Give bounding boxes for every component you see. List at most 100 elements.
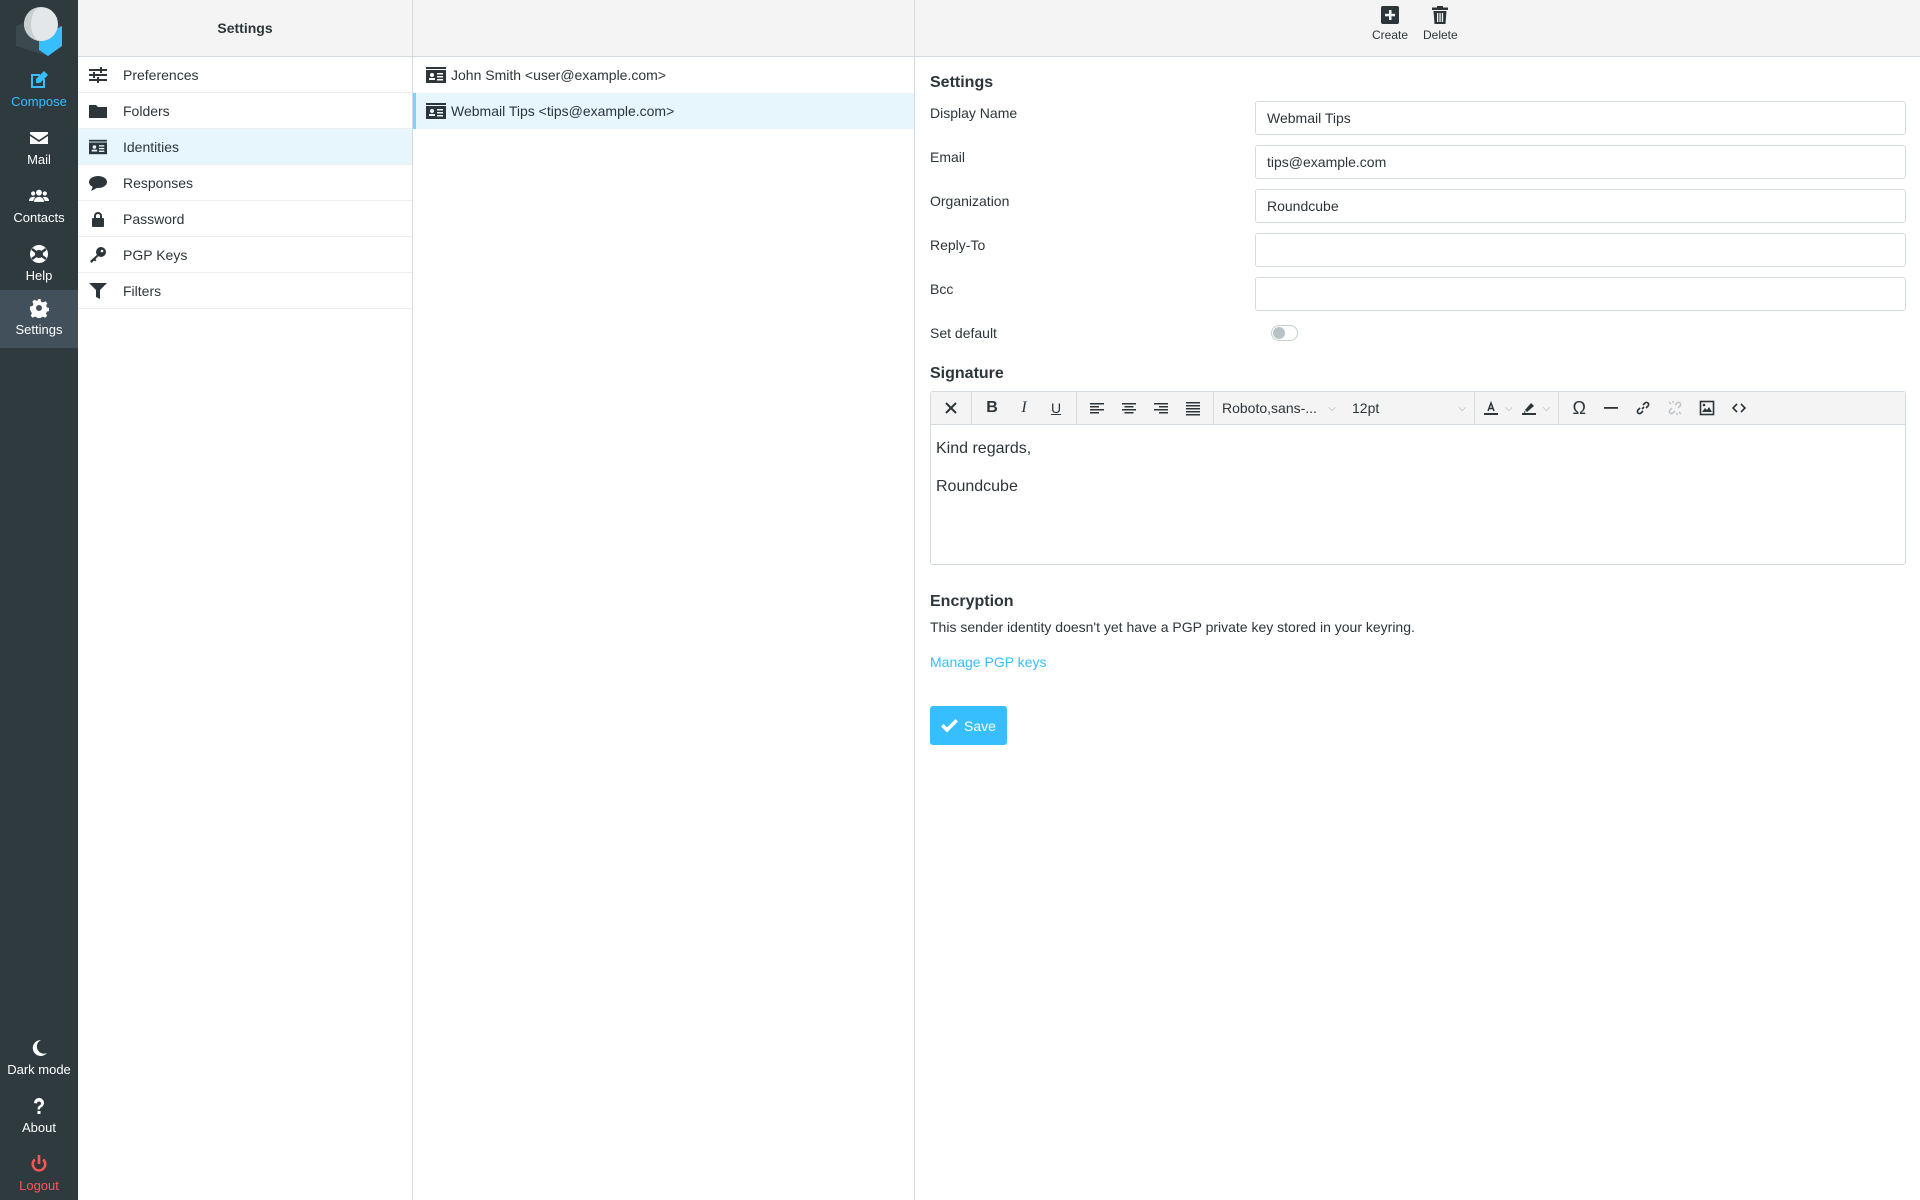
nav-mail[interactable]: Mail bbox=[0, 120, 78, 178]
chevron-down-icon: ⌵ bbox=[1542, 402, 1551, 414]
toolbar: Create Delete bbox=[915, 0, 1920, 57]
organization-input[interactable] bbox=[1255, 189, 1906, 223]
align-right-icon bbox=[1154, 403, 1168, 414]
trash-icon bbox=[1432, 6, 1449, 24]
settings-item-pgp-keys[interactable]: PGP Keys bbox=[78, 237, 412, 273]
nav-dark-mode[interactable]: Dark mode bbox=[0, 1030, 78, 1088]
nav-about-label: About bbox=[22, 1120, 56, 1135]
lock-icon bbox=[92, 211, 104, 227]
set-default-label: Set default bbox=[930, 325, 997, 341]
moon-icon bbox=[32, 1039, 47, 1056]
encryption-heading: Encryption bbox=[930, 593, 1014, 610]
id-card-icon bbox=[426, 67, 446, 83]
bcc-input[interactable] bbox=[1255, 277, 1906, 311]
nav-contacts[interactable]: Contacts bbox=[0, 178, 78, 236]
email-label: Email bbox=[930, 149, 966, 165]
users-icon bbox=[29, 189, 49, 202]
sliders-icon bbox=[89, 66, 107, 83]
font-size-select[interactable]: 12pt ⌵ bbox=[1344, 394, 1474, 422]
settings-item-label: Preferences bbox=[123, 66, 199, 83]
underline-icon: U bbox=[1050, 400, 1062, 416]
unlink-button[interactable] bbox=[1659, 394, 1691, 422]
align-left-button[interactable] bbox=[1081, 394, 1113, 422]
settings-heading: Settings bbox=[930, 74, 994, 91]
settings-item-identities[interactable]: Identities bbox=[78, 129, 412, 165]
bcc-label: Bcc bbox=[930, 281, 954, 297]
nav-compose[interactable]: Compose bbox=[0, 62, 78, 120]
image-icon bbox=[1699, 400, 1715, 416]
align-justify-icon bbox=[1186, 402, 1200, 416]
settings-item-label: PGP Keys bbox=[123, 246, 188, 263]
check-icon bbox=[941, 718, 958, 732]
reply-to-label: Reply-To bbox=[930, 237, 986, 253]
set-default-row: Set default bbox=[930, 321, 1906, 361]
settings-item-responses[interactable]: Responses bbox=[78, 165, 412, 201]
save-button[interactable]: Save bbox=[930, 706, 1007, 745]
settings-item-filters[interactable]: Filters bbox=[78, 273, 412, 309]
create-button[interactable]: Create bbox=[1372, 6, 1408, 42]
text-color-icon bbox=[1484, 400, 1498, 415]
horizontal-rule-button[interactable] bbox=[1595, 394, 1627, 422]
nav-settings[interactable]: Settings bbox=[0, 290, 78, 348]
settings-panel-title: Settings bbox=[78, 0, 412, 57]
organization-row: Organization bbox=[930, 189, 1906, 233]
omega-icon: Ω bbox=[1572, 397, 1586, 418]
insert-image-button[interactable] bbox=[1691, 394, 1723, 422]
manage-pgp-keys-link[interactable]: Manage PGP keys bbox=[930, 654, 1046, 670]
compose-icon bbox=[31, 71, 48, 88]
envelope-icon bbox=[30, 132, 48, 144]
identity-item[interactable]: John Smith <user@example.com> bbox=[413, 57, 914, 93]
signature-content[interactable]: Kind regards, Roundcube bbox=[931, 425, 1905, 564]
align-right-button[interactable] bbox=[1145, 394, 1177, 422]
create-label: Create bbox=[1372, 28, 1409, 42]
nav-help-label: Help bbox=[25, 268, 53, 283]
special-char-button[interactable]: Ω bbox=[1563, 394, 1595, 422]
set-default-toggle[interactable] bbox=[1271, 325, 1298, 341]
display-name-input[interactable] bbox=[1255, 101, 1906, 135]
email-input[interactable] bbox=[1255, 145, 1906, 179]
identity-edit-panel: Create Delete Settings Display Name Emai… bbox=[915, 0, 1920, 1200]
justify-button[interactable] bbox=[1177, 394, 1209, 422]
underline-button[interactable]: U bbox=[1040, 394, 1072, 422]
delete-button[interactable]: Delete bbox=[1423, 6, 1458, 42]
italic-button[interactable]: I bbox=[1008, 394, 1040, 422]
reply-to-input[interactable] bbox=[1255, 233, 1906, 267]
settings-item-password[interactable]: Password bbox=[78, 201, 412, 237]
display-name-row: Display Name bbox=[930, 101, 1906, 145]
nav-contacts-label: Contacts bbox=[13, 210, 65, 225]
highlighter-icon bbox=[1521, 403, 1536, 415]
roundcube-logo[interactable] bbox=[12, 4, 66, 56]
settings-item-folders[interactable]: Folders bbox=[78, 93, 412, 129]
source-code-button[interactable] bbox=[1723, 394, 1755, 422]
comment-icon bbox=[89, 175, 107, 191]
settings-item-label: Identities bbox=[123, 138, 180, 155]
identities-list-header bbox=[413, 0, 914, 57]
insert-link-button[interactable] bbox=[1627, 394, 1659, 422]
identities-list-panel: John Smith <user@example.com> Webmail Ti… bbox=[413, 0, 915, 1200]
identity-item[interactable]: Webmail Tips <tips@example.com> bbox=[413, 93, 914, 129]
font-family-select[interactable]: Roboto,sans-... ⌵ bbox=[1214, 394, 1344, 422]
nav-dark-mode-label: Dark mode bbox=[7, 1062, 71, 1077]
id-card-icon bbox=[426, 103, 446, 119]
nav-logout-label: Logout bbox=[19, 1178, 59, 1193]
nav-logout[interactable]: Logout bbox=[0, 1146, 78, 1200]
question-icon bbox=[33, 1097, 44, 1114]
background-color-button[interactable]: ⌵ bbox=[1517, 394, 1555, 422]
font-family-value: Roboto,sans-... bbox=[1222, 400, 1317, 416]
bold-button[interactable]: B bbox=[976, 394, 1008, 422]
align-center-button[interactable] bbox=[1113, 394, 1145, 422]
settings-item-preferences[interactable]: Preferences bbox=[78, 57, 412, 93]
x-icon bbox=[945, 402, 957, 414]
settings-item-label: Password bbox=[123, 210, 185, 227]
lifebuoy-icon bbox=[30, 245, 48, 263]
text-color-button[interactable]: ⌵ bbox=[1479, 394, 1517, 422]
signature-heading: Signature bbox=[930, 365, 1004, 382]
plus-square-icon bbox=[1381, 6, 1400, 24]
email-row: Email bbox=[930, 145, 1906, 189]
organization-label: Organization bbox=[930, 193, 1010, 209]
clear-format-button[interactable] bbox=[935, 394, 967, 422]
nav-help[interactable]: Help bbox=[0, 236, 78, 294]
display-name-label: Display Name bbox=[930, 105, 1018, 121]
encryption-message: This sender identity doesn't yet have a … bbox=[930, 619, 1415, 635]
nav-about[interactable]: About bbox=[0, 1088, 78, 1146]
